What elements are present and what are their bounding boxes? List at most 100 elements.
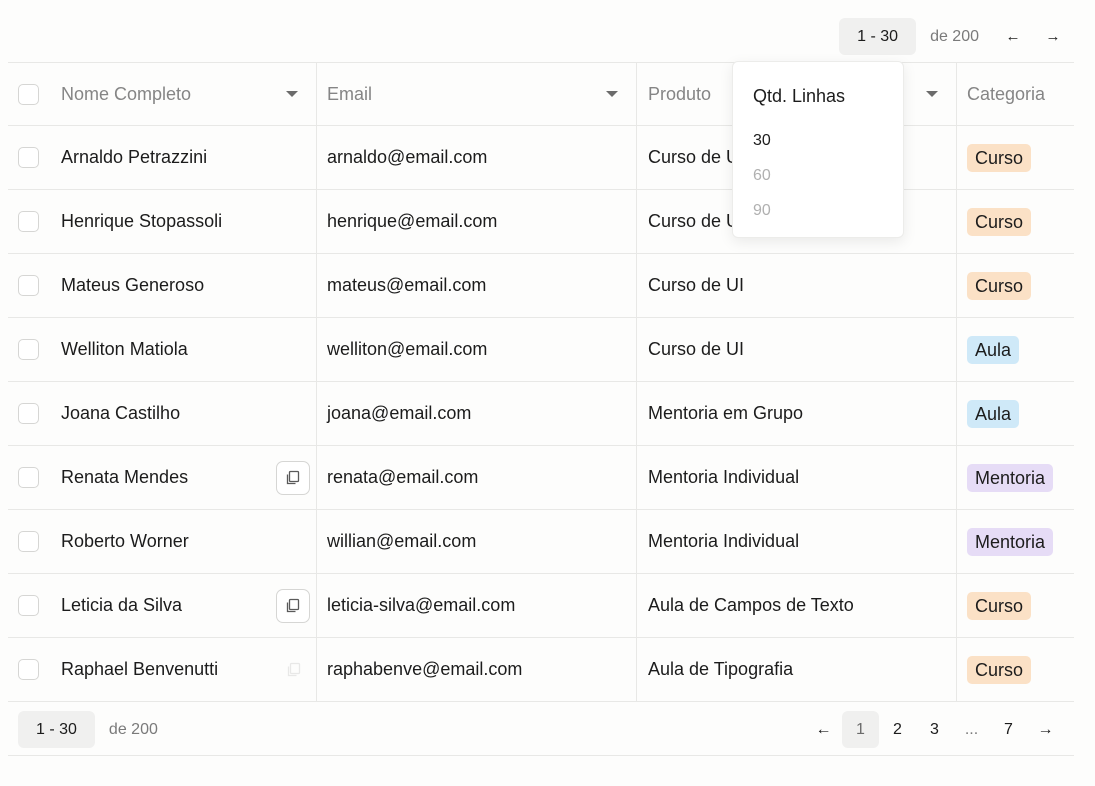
cell-category: Curso	[957, 574, 1074, 637]
table-row[interactable]: Roberto Worner willian@email.com Mentoria …	[8, 510, 1074, 574]
cell-category: Curso	[957, 638, 1074, 701]
category-badge: Curso	[967, 591, 1032, 620]
cell-category: Curso	[957, 254, 1074, 317]
name-text: Leticia da Silva	[61, 595, 183, 615]
cell-product: Curso de UI	[637, 254, 957, 317]
product-text: Mentoria em Grupo	[648, 403, 804, 423]
bottom-pagination: 1 - 30 de 200 ← 1 2 3... 7 →	[18, 711, 1064, 748]
name-text: Arnaldo Petrazzini	[61, 147, 208, 167]
product-text: Aula de Tipografia	[648, 659, 794, 679]
category-badge: Curso	[967, 655, 1032, 684]
cell-name: Arnaldo Petrazzini	[61, 126, 317, 189]
row-checkbox[interactable]	[18, 467, 39, 488]
cell-category: Curso	[957, 126, 1074, 189]
category-badge: Mentoria	[967, 527, 1054, 556]
cell-email: renata@email.com	[317, 446, 637, 509]
table-row[interactable]: Joana Castilho joana@email.com Mentoria em…	[8, 382, 1074, 446]
dropdown-option[interactable]: 60	[753, 158, 883, 193]
row-checkbox[interactable]	[18, 275, 39, 296]
prev-page-icon[interactable]: ←	[1001, 25, 1025, 49]
category-badge: Curso	[967, 271, 1032, 300]
copy-icon[interactable]	[276, 588, 310, 623]
cell-email: raphabenve@email.com	[317, 638, 637, 701]
row-checkbox[interactable]	[18, 595, 39, 616]
row-checkbox[interactable]	[18, 147, 39, 168]
product-text: Mentoria Individual	[648, 531, 800, 551]
prev-page-icon[interactable]: ←	[805, 711, 842, 748]
row-checkbox[interactable]	[18, 339, 39, 360]
page-list: ← 1 2 3... 7 →	[805, 711, 1064, 748]
email-text: leticia-silva@email.com	[327, 595, 516, 615]
name-text: Renata Mendes	[61, 467, 189, 487]
row-checkbox[interactable]	[18, 531, 39, 552]
page-number[interactable]: 7	[990, 711, 1027, 748]
rows-range-button-bottom[interactable]: 1 - 30	[18, 711, 95, 748]
table-row[interactable]: Henrique Stopassoli henrique@email.com Cur…	[8, 190, 1074, 254]
footer-divider	[8, 755, 1074, 756]
caret-down-icon[interactable]	[606, 91, 618, 97]
column-header-category[interactable]: Categoria	[957, 63, 1074, 125]
cell-name: Raphael Benvenutti	[61, 638, 317, 701]
copy-icon[interactable]	[276, 460, 310, 495]
cell-product: Aula de Campos de Texto	[637, 574, 957, 637]
row-checkbox[interactable]	[18, 211, 39, 232]
row-checkbox-cell	[8, 638, 61, 701]
email-text: arnaldo@email.com	[327, 147, 488, 167]
row-checkbox-cell	[8, 510, 61, 573]
cell-email: joana@email.com	[317, 382, 637, 445]
row-checkbox-cell	[8, 446, 61, 509]
table-row[interactable]: Renata Mendes renata@email.com Mentoria In…	[8, 446, 1074, 510]
email-text: raphabenve@email.com	[327, 659, 523, 679]
cell-email: mateus@email.com	[317, 254, 637, 317]
name-text: Welliton Matiola	[61, 339, 188, 359]
table-row[interactable]: Arnaldo Petrazzini arnaldo@email.com Curso…	[8, 126, 1074, 190]
product-text: Curso de UI	[648, 147, 745, 167]
name-text: Henrique Stopassoli	[61, 211, 223, 231]
row-checkbox[interactable]	[18, 403, 39, 424]
page-number[interactable]: 3	[916, 711, 953, 748]
caret-down-icon[interactable]	[926, 91, 938, 97]
top-pagination: 1 - 30 de 200 ← →	[839, 18, 1065, 55]
column-header-email[interactable]: Email	[317, 63, 637, 125]
row-checkbox-cell	[8, 254, 61, 317]
cell-category: Aula	[957, 382, 1074, 445]
next-page-icon[interactable]: →	[1027, 711, 1064, 748]
table-row[interactable]: Leticia da Silva leticia-silva@email.com A…	[8, 574, 1074, 638]
cell-category: Mentoria	[957, 510, 1074, 573]
column-label-name: Nome Completo	[61, 83, 192, 104]
next-page-icon[interactable]: →	[1041, 25, 1065, 49]
page-number[interactable]: 1	[842, 711, 879, 748]
cell-product: Aula de Tipografia	[637, 638, 957, 701]
email-text: willian@email.com	[327, 531, 477, 551]
table-row[interactable]: Welliton Matiola welliton@email.com Curso …	[8, 318, 1074, 382]
name-text: Mateus Generoso	[61, 275, 205, 295]
cell-category: Aula	[957, 318, 1074, 381]
total-count: de 200	[930, 27, 979, 45]
row-checkbox[interactable]	[18, 659, 39, 680]
column-header-name[interactable]: Nome Completo	[61, 63, 317, 125]
product-text: Curso de UI	[648, 339, 745, 359]
product-text: Curso de UI	[648, 211, 745, 231]
email-text: welliton@email.com	[327, 339, 488, 359]
dropdown-option[interactable]: 30	[753, 123, 883, 158]
name-text: Roberto Worner	[61, 531, 189, 551]
page-number[interactable]: 2	[879, 711, 916, 748]
category-badge: Aula	[967, 399, 1020, 428]
column-label-product: Produto	[648, 83, 712, 104]
caret-down-icon[interactable]	[286, 91, 298, 97]
select-all-checkbox[interactable]	[18, 83, 39, 105]
cell-name: Leticia da Silva	[61, 574, 317, 637]
table-row[interactable]: Raphael Benvenutti raphabenve@email.com Au…	[8, 638, 1074, 702]
dropdown-option[interactable]: 90	[753, 193, 883, 228]
name-text: Joana Castilho	[61, 403, 181, 423]
rows-range-button[interactable]: 1 - 30	[839, 18, 917, 55]
page-ellipsis: ...	[964, 720, 979, 738]
category-badge: Aula	[967, 335, 1020, 364]
row-checkbox-cell	[8, 190, 61, 253]
cell-name: Mateus Generoso	[61, 254, 317, 317]
category-badge: Mentoria	[967, 463, 1054, 492]
table-row[interactable]: Mateus Generoso mateus@email.com Curso de …	[8, 254, 1074, 318]
cell-product: Curso de UI	[637, 318, 957, 381]
category-badge: Curso	[967, 143, 1032, 172]
column-label-category: Categoria	[967, 83, 1046, 104]
